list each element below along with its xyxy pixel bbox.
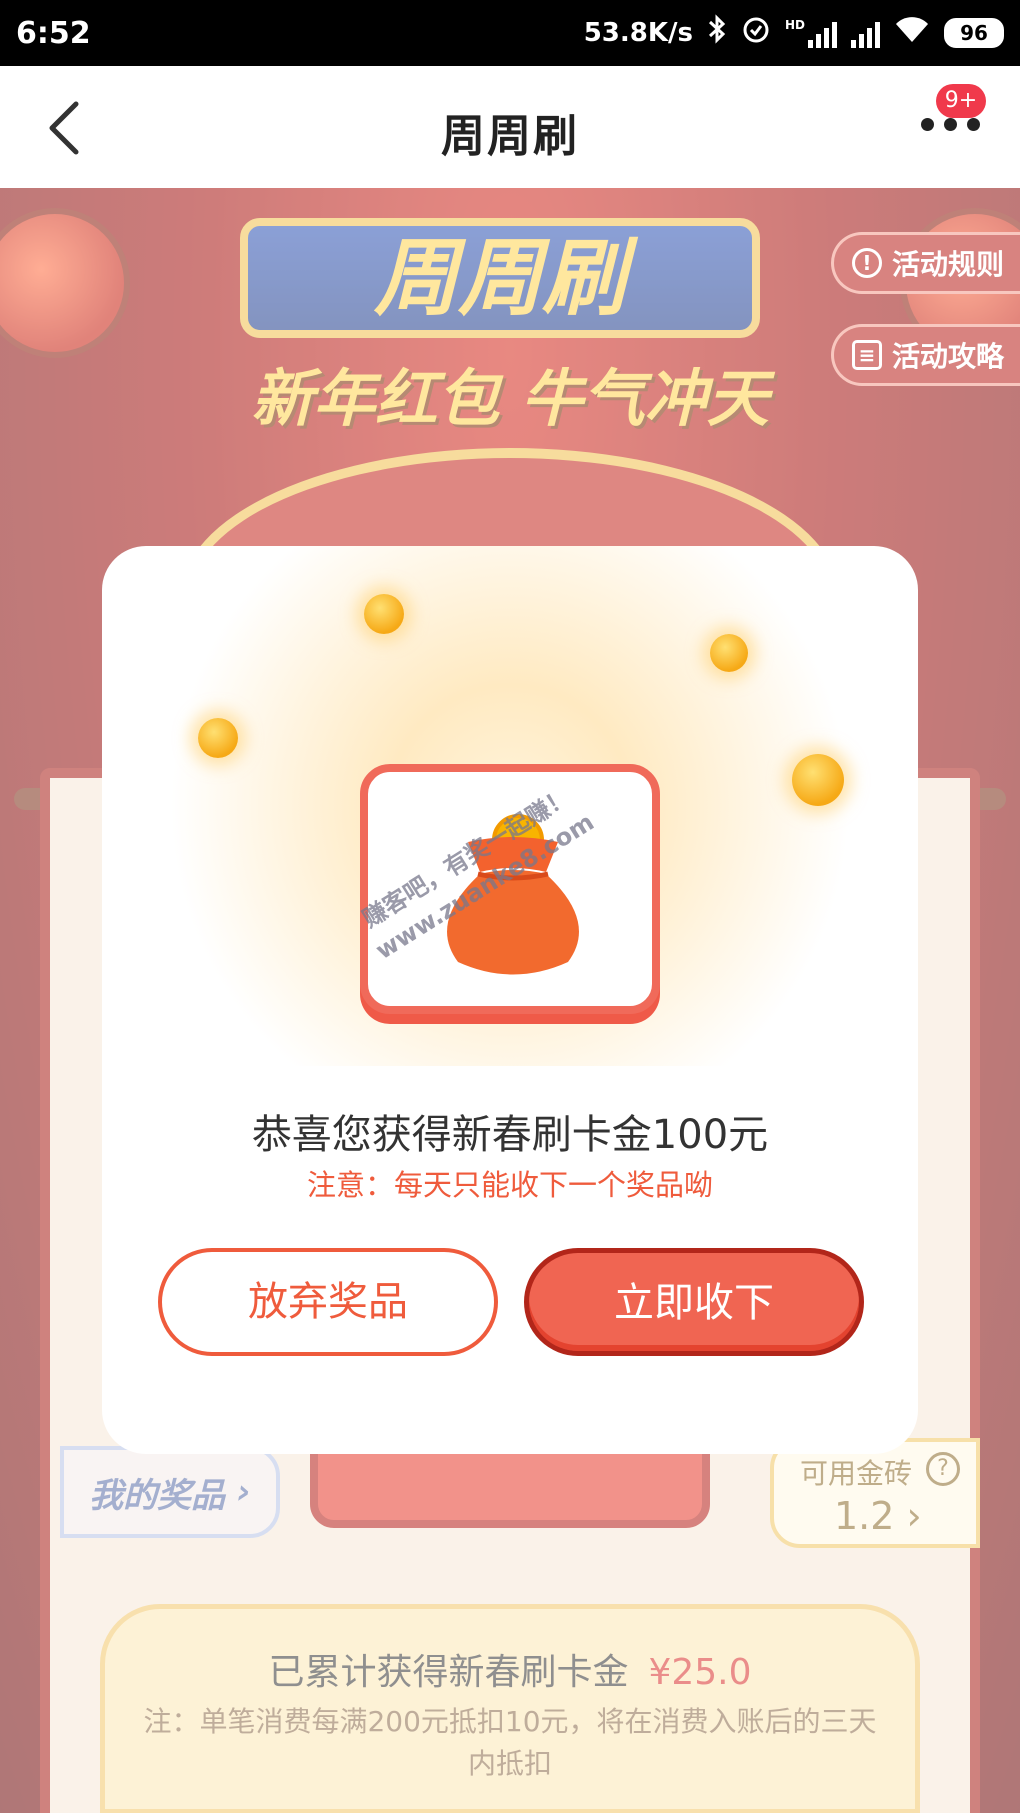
prize-modal: 赚客吧，有奖一起赚！ www.zuanke8.com 恭喜您获得新春刷卡金100… xyxy=(102,546,918,1454)
status-time: 6:52 xyxy=(16,16,91,51)
coin-icon xyxy=(198,718,238,758)
accept-prize-button[interactable]: 立即收下 xyxy=(524,1248,864,1356)
coin-icon xyxy=(792,754,844,806)
status-right: 53.8K/s HD 96 xyxy=(584,14,1004,51)
notification-badge: 9+ xyxy=(936,84,986,118)
prize-note: 注意：每天只能收下一个奖品呦 xyxy=(306,1168,713,1202)
page-title: 周周刷 xyxy=(441,111,579,162)
bluetooth-icon xyxy=(707,14,727,51)
coin-icon xyxy=(364,594,404,634)
network-speed: 53.8K/s xyxy=(583,17,693,48)
signal-icon xyxy=(851,18,880,48)
battery-icon: 96 xyxy=(944,17,1004,48)
prize-title: 恭喜您获得新春刷卡金100元 xyxy=(251,1112,769,1158)
signal-icon: HD xyxy=(785,18,837,48)
coin-icon xyxy=(710,634,748,672)
more-icon[interactable] xyxy=(921,118,980,131)
network-type: HD xyxy=(784,17,805,32)
status-bar: 6:52 53.8K/s HD 96 xyxy=(0,0,1020,66)
give-up-prize-button[interactable]: 放弃奖品 xyxy=(158,1248,498,1356)
wifi-icon xyxy=(894,14,930,51)
alarm-icon xyxy=(741,14,771,51)
nav-bar: 周周刷 9+ xyxy=(0,66,1020,188)
